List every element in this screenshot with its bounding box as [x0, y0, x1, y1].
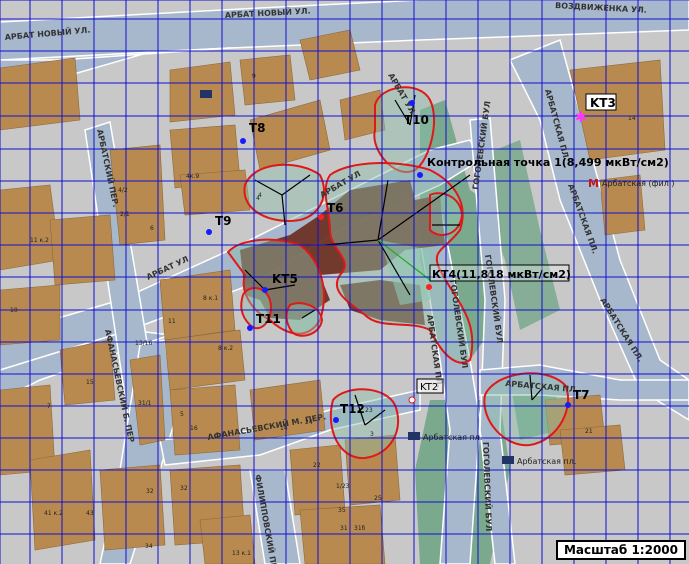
building-number: 7 — [47, 403, 51, 410]
building-number: 2/1 — [120, 211, 130, 218]
metro-label-arbatskaya-pl-b: Арбатская пл. — [517, 457, 576, 466]
building-number: 31 — [340, 525, 348, 532]
point-kt2-marker[interactable] — [408, 396, 416, 404]
control-point-label: Контрольная точка 1(8,499 мкВт/см2) — [427, 156, 669, 169]
building-number: 23 — [365, 407, 373, 414]
metro-label-arbatskaya-pl-a: Арбатская пл. — [423, 433, 482, 442]
label-t12: T12 — [340, 402, 365, 416]
metro-bus-icon-3 — [200, 90, 212, 98]
building-number: 31б — [354, 525, 366, 532]
scale-indicator: Масштаб 1:2000 — [555, 540, 686, 560]
metro-bus-icon-2 — [502, 456, 514, 464]
label-kt3: KT3 — [590, 96, 616, 110]
building-number: 6 — [150, 225, 154, 232]
label-t7: T7 — [573, 388, 590, 402]
building-number: 25 — [374, 495, 382, 502]
point-t12-marker[interactable] — [333, 417, 339, 423]
label-kt4: КТ4(11,818 мкВт/см2) — [432, 268, 571, 281]
building-number: 16 — [190, 425, 198, 432]
point-t8-marker[interactable] — [240, 138, 246, 144]
building-number: 4/2 — [118, 187, 128, 194]
building-number: 43 — [86, 510, 94, 517]
point-t7-marker[interactable] — [565, 402, 571, 408]
building-number: 4к.9 — [186, 173, 199, 180]
building-number: 21 — [585, 428, 593, 435]
building-number: 4 — [258, 192, 262, 199]
point-t9-marker[interactable] — [206, 229, 212, 235]
building-number: 13 к.1 — [232, 550, 251, 557]
building-number: 35 — [338, 507, 346, 514]
building-number: 13/16 — [135, 340, 152, 347]
building-number: 9 — [252, 73, 256, 80]
metro-bus-icon-1 — [408, 432, 420, 440]
building-number: 3 — [370, 431, 374, 438]
metro-m-icon: M — [588, 177, 599, 190]
label-kt5: KT5 — [272, 272, 298, 286]
building-number: 32 — [146, 488, 154, 495]
point-t6-marker[interactable] — [318, 214, 324, 220]
building-number: 1/23 — [336, 483, 350, 490]
building-number: 11 к.2 — [30, 237, 49, 244]
point-kt5-marker[interactable] — [262, 287, 268, 293]
building-number: 34 — [145, 543, 153, 550]
label-t8: T8 — [249, 121, 266, 135]
label-t9: T9 — [215, 214, 232, 228]
building-number: 24 — [305, 419, 313, 426]
label-t11: T11 — [256, 312, 281, 326]
label-kt2: KT2 — [420, 382, 438, 393]
label-t6: T6 — [327, 201, 344, 215]
building-number: 10 — [10, 307, 18, 314]
point-t11-marker[interactable] — [247, 325, 253, 331]
metro-label-arbatskaya-fil: Арбатская (фил.) — [602, 179, 674, 188]
building-number: 5 — [180, 411, 184, 418]
building-number: 11 — [168, 318, 176, 325]
building-number: 22 — [313, 462, 321, 469]
building-number: 8 к.1 — [203, 295, 218, 302]
point-t10-marker[interactable] — [409, 100, 415, 106]
building-number: 32 — [180, 485, 188, 492]
map-canvas[interactable]: АРБАТ НОВЫЙ УЛ. АРБАТ НОВЫЙ УЛ. ВОЗДВИЖЕ… — [0, 0, 689, 564]
building-number: 8 к.2 — [218, 345, 233, 352]
building-number: 15 — [86, 379, 94, 386]
building-number: 31/1 — [138, 400, 152, 407]
label-t10: T10 — [404, 113, 429, 127]
building-number: 41 к.2 — [44, 510, 63, 517]
point-kt3-marker[interactable]: ✱ — [575, 110, 587, 126]
point-kt1-marker[interactable] — [417, 172, 423, 178]
building-number: 14 — [280, 425, 288, 432]
building-number: 14 — [628, 115, 636, 122]
point-kt4-marker[interactable] — [426, 284, 432, 290]
